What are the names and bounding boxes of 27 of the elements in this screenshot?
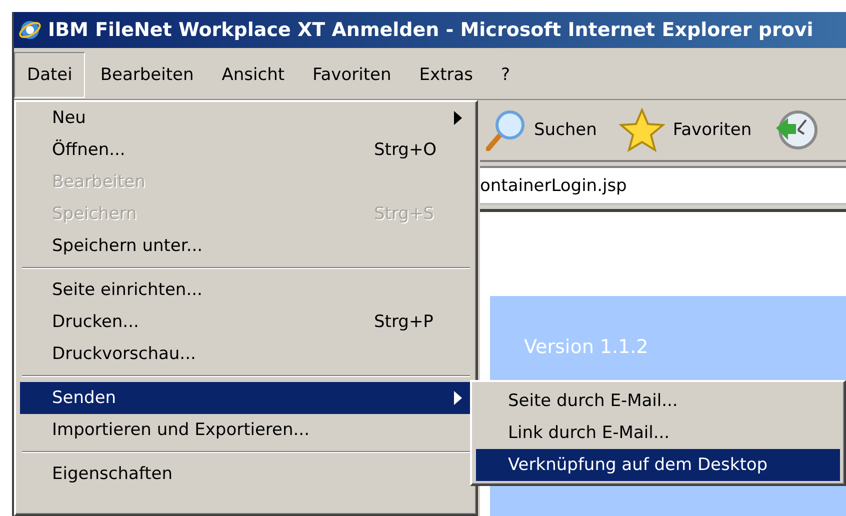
search-icon (486, 109, 526, 151)
menu-item[interactable]: Speichern unter... (20, 230, 472, 262)
address-field[interactable]: ontainerLogin.jsp (480, 166, 846, 205)
menu-title[interactable]: Extras (406, 52, 486, 98)
menu-item[interactable]: Seite durch E-Mail... (476, 385, 840, 417)
menu-item[interactable]: Neu (20, 102, 472, 134)
menu-title[interactable]: Datei (14, 52, 86, 98)
history-clock-icon (774, 108, 818, 152)
menu-item[interactable]: Senden (20, 382, 472, 414)
version-text: Version 1.1.2 (524, 336, 648, 358)
menu-item[interactable]: Öffnen... Strg+O (20, 134, 472, 166)
menu-item[interactable]: Verknüpfung auf dem Desktop (476, 449, 840, 481)
menu-title[interactable]: Ansicht (208, 52, 298, 98)
menu-title[interactable]: Favoriten (300, 52, 404, 98)
star-icon (618, 108, 665, 152)
menu-title[interactable]: ? (488, 52, 524, 98)
window-title: IBM FileNet Workplace XT Anmelden - Microsoft Internet Explorer provi (48, 19, 814, 41)
menu-item[interactable]: Eigenschaften (20, 458, 472, 490)
search-toolbar-button[interactable]: Suchen (486, 109, 611, 151)
menu-item[interactable]: Druckvorschau... (20, 338, 472, 370)
menu-item[interactable]: Seite einrichten... (20, 274, 472, 306)
menu-title[interactable]: Bearbeiten (87, 52, 207, 98)
menu-item[interactable]: Link durch E-Mail... (476, 417, 840, 449)
menu-item[interactable]: Drucken... Strg+P (20, 306, 472, 338)
menu-item[interactable]: Importieren und Exportieren... (20, 414, 472, 446)
browser-logo-icon (18, 18, 42, 42)
favorites-toolbar-button[interactable]: Favoriten (618, 108, 766, 152)
